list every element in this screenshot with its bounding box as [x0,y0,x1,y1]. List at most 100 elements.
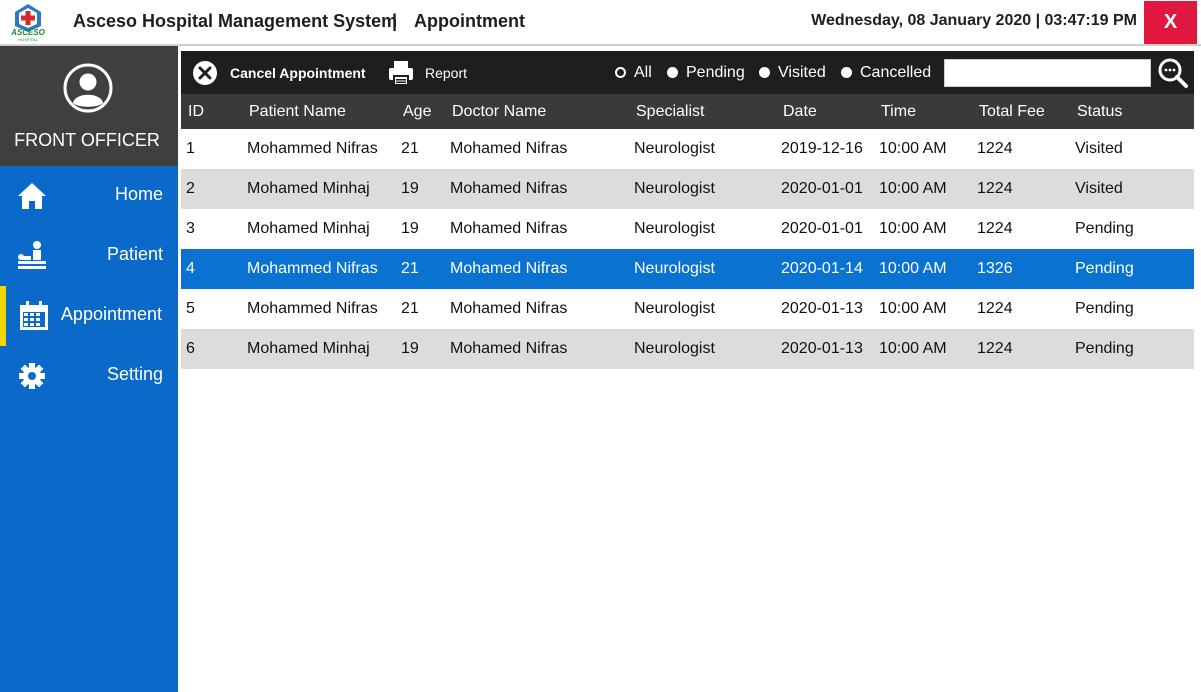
cell-status: Visited [1075,180,1123,197]
cell-status: Pending [1075,220,1134,237]
filter-label: Visited [778,64,826,81]
cell-specialist: Neurologist [634,220,715,237]
cell-time: 10:00 AM [879,140,947,157]
cell-total-fee: 1224 [977,140,1013,157]
cell-date: 2020-01-13 [781,340,863,357]
cell-id: 5 [186,300,195,317]
cell-patient-name: Mohamed Minhaj [247,180,370,197]
cell-doctor-name: Mohamed Nifras [450,140,568,157]
cell-time: 10:00 AM [879,180,947,197]
sidebar-item-label: Home [114,184,163,204]
cell-date: 2019-12-16 [781,140,863,157]
cell-patient-name: Mohammed Nifras [247,260,378,277]
sidebar-item-label: Patient [106,244,163,264]
sidebar-item-label: Setting [106,364,163,384]
table-row[interactable]: 6 Mohamed Minhaj 19 Mohamed Nifras Neuro… [181,329,1194,369]
cell-patient-name: Mohammed Nifras [247,140,378,157]
cell-date: 2020-01-01 [781,220,863,237]
cell-total-fee: 1224 [977,340,1013,357]
sidebar-item-setting[interactable]: Setting [0,346,178,406]
column-header-age[interactable]: Age [403,103,431,121]
column-header-time[interactable]: Time [881,103,916,121]
cell-doctor-name: Mohamed Nifras [450,180,568,197]
cell-id: 2 [186,180,195,197]
column-header-id[interactable]: ID [188,103,204,121]
sidebar-item-home[interactable]: Home [0,166,178,226]
home-icon [18,183,46,209]
cell-doctor-name: Mohamed Nifras [450,300,568,317]
sidebar-item-patient[interactable]: Patient [0,226,178,286]
cell-age: 21 [401,300,419,317]
column-header-status[interactable]: Status [1077,103,1122,121]
title-separator: | [392,11,398,31]
sidebar-item-appointment[interactable]: Appointment [0,286,178,346]
cell-specialist: Neurologist [634,300,715,317]
table-header: ID Patient Name Age Doctor Name Speciali… [181,94,1194,129]
app-title: Asceso Hospital Management System [73,11,398,31]
cell-patient-name: Mohammed Nifras [247,300,378,317]
radio-unchecked-icon [667,67,678,78]
table-row[interactable]: 1 Mohammed Nifras 21 Mohamed Nifras Neur… [181,129,1194,169]
cell-patient-name: Mohamed Minhaj [247,220,370,237]
filter-label: All [634,64,652,81]
cell-specialist: Neurologist [634,180,715,197]
cell-doctor-name: Mohamed Nifras [450,260,568,277]
user-avatar-icon [63,63,113,113]
column-header-patient-name[interactable]: Patient Name [249,103,346,121]
table-row[interactable]: 5 Mohammed Nifras 21 Mohamed Nifras Neur… [181,289,1194,329]
cell-id: 1 [186,140,195,157]
calendar-icon [20,301,48,330]
profile-panel: FRONT OFFICER [0,46,178,166]
active-indicator [0,286,6,346]
datetime-display: Wednesday, 08 January 2020 | 03:47:19 PM [811,12,1137,29]
report-button[interactable]: Report [425,65,467,81]
table-row-selected[interactable]: 4 Mohammed Nifras 21 Mohamed Nifras Neur… [181,249,1194,289]
column-header-total-fee[interactable]: Total Fee [979,103,1045,121]
logo-text: ASCESO [11,28,45,37]
cell-time: 10:00 AM [879,300,947,317]
column-header-doctor-name[interactable]: Doctor Name [452,103,546,121]
column-header-date[interactable]: Date [783,103,817,121]
cell-id: 4 [186,260,195,277]
logo-subtext: HOSPITAL [18,37,38,42]
cancel-appointment-button[interactable]: Cancel Appointment [230,65,366,81]
user-role-label: FRONT OFFICER [14,130,160,150]
cell-age: 21 [401,260,419,277]
cell-age: 19 [401,220,419,237]
cell-total-fee: 1224 [977,220,1013,237]
cell-date: 2020-01-14 [781,260,863,277]
title-bar: ASCESO HOSPITAL Asceso Hospital Manageme… [0,0,1201,44]
cell-total-fee: 1326 [977,260,1013,277]
page-title: Appointment [414,11,525,31]
cell-time: 10:00 AM [879,220,947,237]
sidebar-item-label: Appointment [60,304,162,324]
cell-age: 21 [401,140,419,157]
cell-status: Pending [1075,260,1134,277]
printer-icon[interactable] [387,59,415,87]
radio-unchecked-icon [759,67,770,78]
table-row[interactable]: 2 Mohamed Minhaj 19 Mohamed Nifras Neuro… [181,169,1194,209]
filter-label: Pending [686,64,745,81]
table-row[interactable]: 3 Mohamed Minhaj 19 Mohamed Nifras Neuro… [181,209,1194,249]
gear-icon [19,363,45,389]
cell-age: 19 [401,340,419,357]
close-button[interactable]: X [1144,1,1197,44]
cell-time: 10:00 AM [879,340,947,357]
cell-time: 10:00 AM [879,260,947,277]
cell-id: 6 [186,340,195,357]
app-window: ASCESO HOSPITAL Asceso Hospital Manageme… [0,0,1201,692]
cell-status: Pending [1075,340,1134,357]
title-divider [0,44,1201,46]
cell-date: 2020-01-01 [781,180,863,197]
cell-id: 3 [186,220,195,237]
cell-doctor-name: Mohamed Nifras [450,220,568,237]
cell-total-fee: 1224 [977,300,1013,317]
filter-label: Cancelled [860,64,932,81]
column-header-specialist[interactable]: Specialist [636,103,704,121]
cell-patient-name: Mohamed Minhaj [247,340,370,357]
cell-age: 19 [401,180,419,197]
cancel-icon[interactable] [192,60,218,86]
search-input[interactable] [944,59,1151,87]
search-icon[interactable] [1157,57,1189,89]
radio-unchecked-icon [841,67,852,78]
